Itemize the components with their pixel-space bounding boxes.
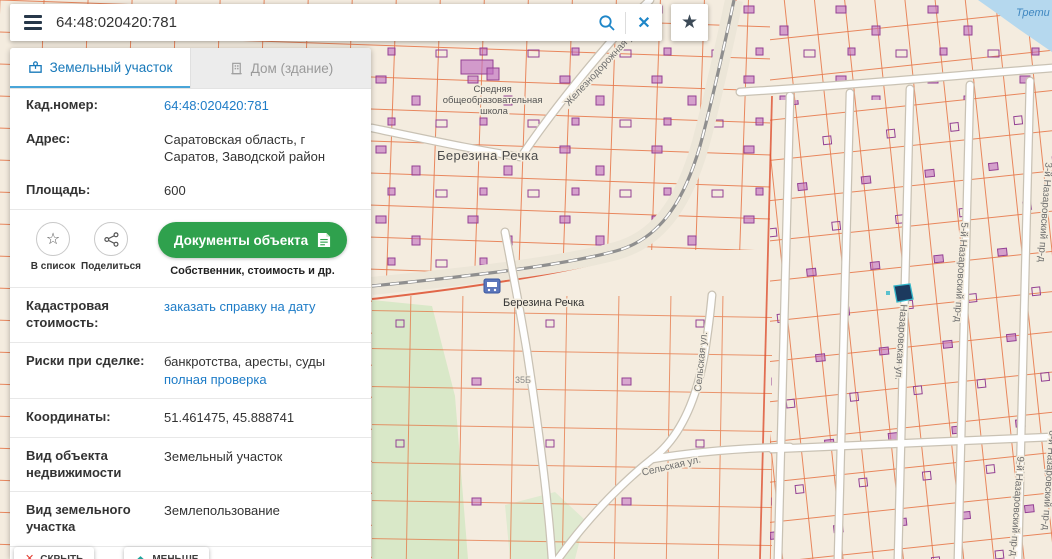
tab-bar: Земельный участок Дом (здание) [10,48,371,89]
field-label: Кадастровая стоимость: [26,298,164,332]
town-label: Березина Речка [437,148,539,163]
divider [10,287,371,288]
object-type-value: Земельный участок [164,448,282,466]
coordinates-value: 51.461475, 45.888741 [164,409,294,427]
row-coordinates: Координаты: 51.461475, 45.888741 [10,401,371,435]
building-icon [229,61,244,76]
house-number-label: 35Б [515,375,531,385]
add-to-list-label: В список [31,261,75,272]
tab-building[interactable]: Дом (здание) [190,48,371,88]
field-label: Риски при сделке: [26,353,164,370]
search-clear-button[interactable]: ✕ [626,6,662,40]
divider [10,437,371,438]
field-label: Адрес: [26,131,164,148]
add-to-list-button[interactable]: ☆ В список [24,222,82,272]
tab-land-parcel[interactable]: Земельный участок [10,48,190,88]
document-icon [317,232,331,248]
cad-number-link[interactable]: 64:48:020420:781 [164,98,269,113]
row-risks: Риски при сделке: банкротства, аресты, с… [10,345,371,396]
share-label: Поделиться [81,261,141,272]
field-label: Вид объекта недвижимости [26,448,164,482]
star-outline-icon: ☆ [46,229,60,249]
row-cad-number: Кад.номер: 64:48:020420:781 [10,89,371,123]
land-parcel-icon [28,60,43,75]
row-land-type: Вид земельного участка Землепользование [10,494,371,544]
share-button[interactable]: Поделиться [82,222,140,272]
favorites-button[interactable]: ★ [671,4,708,41]
star-icon: ★ [681,12,698,33]
station-label: Березина Речка [503,297,585,309]
less-label: МЕНЬШЕ [152,554,198,559]
close-icon: ✕ [637,13,650,33]
hide-label: СКРЫТЬ [40,554,83,559]
tab-label: Земельный участок [50,60,173,75]
info-panel: Земельный участок Дом (здание) Кад.номер… [10,48,371,559]
actions-row: ☆ В список Поделиться Документы объекта [10,212,371,285]
cost-report-link[interactable]: заказать справку на дату [164,299,316,314]
search-icon [598,14,616,32]
divider [10,398,371,399]
address-value: Саратовская область, г Саратов, Заводско… [164,131,355,166]
train-station-icon [484,279,500,293]
field-label: Координаты: [26,409,164,426]
object-documents-button[interactable]: Документы объекта [158,222,347,258]
bottom-buttons: ✕ СКРЫТЬ МЕНЬШЕ [14,547,209,559]
search-bar: ✕ [10,4,662,41]
divider [10,342,371,343]
hide-button[interactable]: ✕ СКРЫТЬ [14,547,94,559]
row-object-type: Вид объекта недвижимости Земельный участ… [10,440,371,490]
row-address: Адрес: Саратовская область, г Саратов, З… [10,123,371,174]
less-button[interactable]: МЕНЬШЕ [124,547,209,559]
divider [10,491,371,492]
buildings-gardens [372,296,772,559]
water-label: Трети [1016,7,1050,19]
search-submit-button[interactable] [589,6,625,40]
field-label: Площадь: [26,182,164,199]
documents-button-label: Документы объекта [174,233,308,248]
share-icon [104,232,119,247]
field-label: Кад.номер: [26,97,164,114]
tab-label: Дом (здание) [251,61,334,76]
risks-value: банкротства, аресты, суды [164,353,325,371]
field-label: Вид земельного участка [26,502,164,536]
documents-button-sublabel: Собственник, стоимость и др. [170,265,335,277]
app: Железнодорожная у Сельская ул. Сельская … [0,0,1052,559]
menu-button[interactable] [10,4,56,41]
hamburger-icon [24,15,42,18]
row-cadastral-cost: Кадастровая стоимость: заказать справку … [10,290,371,340]
divider [10,209,371,210]
full-check-link[interactable]: полная проверка [164,372,267,387]
row-area: Площадь: 600 [10,174,371,208]
close-icon: ✕ [25,554,34,559]
search-input[interactable] [56,14,589,31]
land-type-value: Землепользование [164,502,280,520]
area-value: 600 [164,182,186,200]
